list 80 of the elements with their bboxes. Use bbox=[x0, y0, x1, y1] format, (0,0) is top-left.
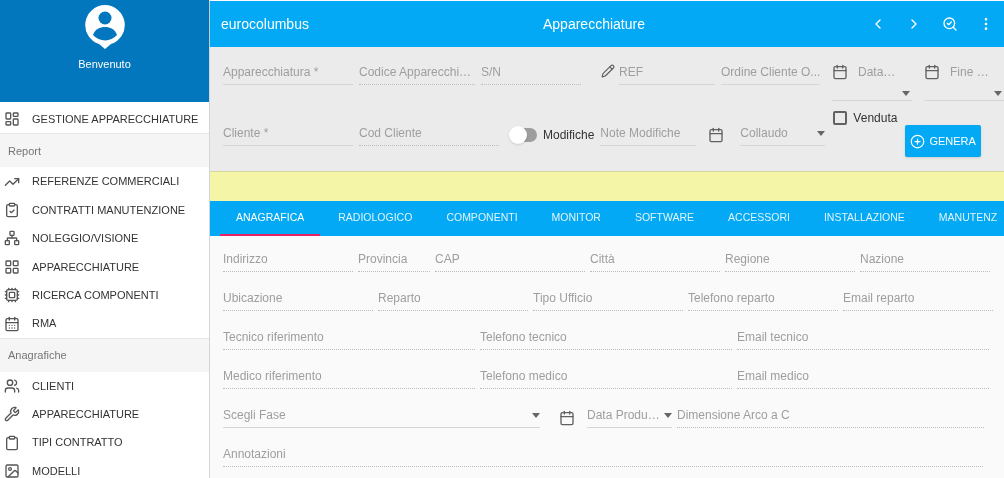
input-field[interactable]: Email tecnico bbox=[737, 328, 989, 350]
switch-label: Modifiche bbox=[543, 127, 595, 144]
section-header: Report bbox=[0, 133, 209, 168]
sidebar-item[interactable]: REFERENZE COMMERCIALI bbox=[0, 167, 209, 196]
calendar-icon[interactable] bbox=[708, 127, 725, 143]
tab[interactable]: RADIOLOGICO bbox=[322, 201, 429, 236]
dropdown-caret-icon bbox=[664, 412, 672, 418]
chip-icon bbox=[4, 287, 20, 304]
sidebar-item[interactable]: MODELLI bbox=[0, 456, 209, 478]
input-field[interactable]: Città bbox=[590, 250, 720, 272]
sidebar-item[interactable]: CONTRATTI MANUTENZIONE bbox=[0, 195, 209, 225]
clipboard-icon bbox=[4, 434, 20, 451]
sidebar-item[interactable]: GESTIONE APPARECCHIATURE bbox=[0, 105, 209, 134]
sidebar-item[interactable]: RICERCA COMPONENTI bbox=[0, 280, 209, 310]
input-field[interactable]: Provincia bbox=[358, 250, 430, 272]
dropdown-caret-icon bbox=[532, 412, 540, 418]
sidebar-item[interactable]: TIPI CONTRATTO bbox=[0, 428, 209, 457]
select-field[interactable]: Collaudo bbox=[740, 124, 826, 146]
input-field[interactable]: Dimensione Arco a C bbox=[677, 406, 984, 428]
people-icon bbox=[4, 377, 20, 394]
input-field[interactable]: Ubicazione bbox=[223, 289, 373, 311]
input-field[interactable]: Ordine Cliente O... bbox=[721, 63, 820, 85]
dashboard-icon bbox=[4, 111, 20, 128]
checkbox-label: Venduta bbox=[853, 110, 898, 127]
input-field[interactable]: Email reparto bbox=[843, 289, 993, 311]
input-field[interactable]: Telefono reparto bbox=[688, 289, 838, 311]
input-field[interactable]: Regione bbox=[725, 250, 855, 272]
dropdown-caret-icon bbox=[817, 130, 826, 136]
input-field[interactable]: Telefono medico bbox=[480, 367, 732, 389]
dropdown-caret-icon bbox=[994, 91, 1002, 96]
input-field[interactable]: Reparto bbox=[378, 289, 528, 311]
input-field[interactable]: Indirizzo bbox=[223, 250, 353, 272]
tab[interactable]: MONITOR bbox=[535, 201, 617, 236]
input-field[interactable]: Medico riferimento bbox=[223, 367, 475, 389]
pencil-icon[interactable] bbox=[601, 64, 615, 78]
tab[interactable]: SOFTWARE bbox=[618, 201, 711, 236]
input-field[interactable]: Annotazioni bbox=[223, 445, 983, 467]
tab[interactable]: COMPONENTI bbox=[430, 201, 534, 236]
input-field[interactable]: Tecnico riferimento bbox=[223, 328, 475, 350]
input-field[interactable]: Nazione bbox=[860, 250, 990, 272]
input-field[interactable]: Note Modifiche bbox=[600, 124, 697, 146]
input-field[interactable]: Apparecchiatura * bbox=[223, 63, 353, 85]
calendar-icon bbox=[4, 315, 20, 332]
grid-icon bbox=[4, 258, 20, 275]
user-avatar-icon bbox=[83, 4, 126, 50]
checkbox[interactable] bbox=[833, 111, 848, 125]
input-field[interactable]: Cliente * bbox=[223, 124, 353, 146]
calendar-icon[interactable] bbox=[832, 64, 848, 80]
calendar-icon[interactable] bbox=[924, 64, 940, 80]
tab[interactable]: ACCESSORI bbox=[712, 201, 806, 236]
tab[interactable]: MANUTENZ bbox=[922, 201, 1004, 236]
dropdown-caret-icon bbox=[902, 91, 910, 96]
input-field[interactable]: Telefono tecnico bbox=[480, 328, 732, 350]
clipboard-check-icon bbox=[4, 201, 20, 218]
input-field[interactable]: Tipo Ufficio bbox=[533, 289, 683, 311]
sidebar-item[interactable]: NOLEGGIO/VISIONE bbox=[0, 224, 209, 253]
page-title: Apparecchiature bbox=[543, 14, 646, 34]
field-label: Fine … bbox=[950, 64, 989, 81]
tab[interactable]: INSTALLAZIONE bbox=[807, 201, 921, 236]
plus-circle-icon bbox=[910, 133, 926, 149]
sidebar-item[interactable]: APPARECCHIATURE bbox=[0, 400, 209, 429]
input-field[interactable]: Email medico bbox=[737, 367, 989, 389]
brand-name: eurocolumbus bbox=[221, 14, 310, 34]
sidebar-item[interactable]: APPARECCHIATURE bbox=[0, 252, 209, 281]
calendar-icon[interactable] bbox=[559, 410, 575, 426]
sidebar-item[interactable]: RMA bbox=[0, 309, 209, 338]
select-field[interactable]: Scegli Fase bbox=[223, 406, 540, 428]
network-icon bbox=[4, 230, 20, 247]
select-field[interactable]: Data Produ… bbox=[587, 406, 672, 428]
wrench-icon bbox=[4, 406, 20, 423]
toggle-switch[interactable] bbox=[511, 128, 537, 142]
sidebar-item[interactable]: CLIENTI bbox=[0, 371, 209, 401]
input-field[interactable]: CAP bbox=[435, 250, 585, 272]
input-field[interactable]: REF bbox=[619, 63, 715, 85]
generate-button[interactable]: GENERA bbox=[905, 125, 981, 157]
search-icon[interactable] bbox=[942, 16, 958, 32]
field-label: Data… bbox=[858, 64, 896, 81]
welcome-text: Benvenuto bbox=[78, 57, 131, 72]
frame-icon bbox=[4, 463, 20, 478]
section-header: Anagrafiche bbox=[0, 337, 209, 372]
